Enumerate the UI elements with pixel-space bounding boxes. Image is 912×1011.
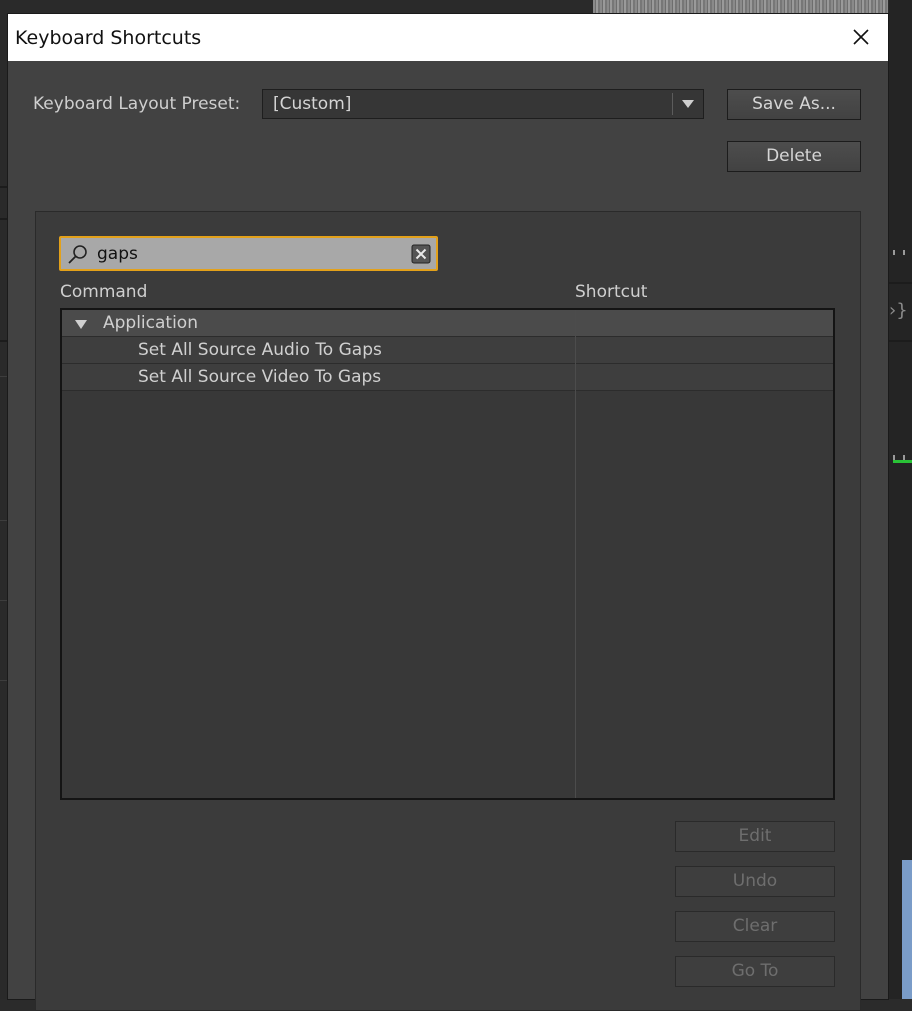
column-header-command[interactable]: Command <box>60 282 147 302</box>
background-divider <box>0 186 8 188</box>
background-divider <box>0 340 8 342</box>
background-divider <box>0 680 8 681</box>
undo-button[interactable]: Undo <box>675 866 835 897</box>
background-right-panel <box>889 0 912 999</box>
chevron-down-icon <box>682 100 694 108</box>
command-name: Set All Source Audio To Gaps <box>138 340 382 360</box>
keyboard-shortcuts-dialog: Keyboard Shortcuts Keyboard Layout Prese… <box>8 14 888 1011</box>
background-divider <box>889 340 912 342</box>
background-divider <box>0 520 8 521</box>
background-tick <box>893 250 895 255</box>
dropdown-divider <box>672 93 673 115</box>
edit-button[interactable]: Edit <box>675 821 835 852</box>
background-bracket-icon: ›} <box>889 300 908 321</box>
background-audio-meter <box>893 460 912 463</box>
group-label: Application <box>103 313 198 333</box>
save-as-button[interactable]: Save As... <box>727 89 861 120</box>
expand-triangle-icon[interactable] <box>74 319 88 330</box>
background-clip <box>902 860 912 999</box>
preset-dropdown[interactable]: [Custom] <box>262 89 704 119</box>
background-divider <box>889 282 912 284</box>
background-thumbnail <box>593 0 888 14</box>
background-tick <box>903 250 905 255</box>
dialog-title: Keyboard Shortcuts <box>15 27 202 49</box>
delete-button[interactable]: Delete <box>727 141 861 172</box>
group-row-application[interactable]: Application <box>62 310 833 337</box>
close-icon <box>853 29 869 45</box>
clear-icon[interactable] <box>411 244 431 264</box>
table-row[interactable]: Set All Source Audio To Gaps <box>62 337 833 364</box>
background-divider <box>0 376 8 377</box>
go-to-button[interactable]: Go To <box>675 956 835 987</box>
background-divider <box>0 218 8 220</box>
commands-table: Application Set All Source Audio To Gaps… <box>60 308 835 800</box>
search-icon <box>68 245 87 264</box>
command-name: Set All Source Video To Gaps <box>138 367 382 387</box>
preset-value: [Custom] <box>273 94 352 114</box>
background-divider <box>0 600 8 601</box>
preset-label: Keyboard Layout Preset: <box>33 94 241 114</box>
column-divider[interactable] <box>575 310 576 798</box>
title-bar: Keyboard Shortcuts <box>8 14 888 61</box>
close-button[interactable] <box>848 24 874 50</box>
column-header-shortcut[interactable]: Shortcut <box>575 282 647 302</box>
search-input[interactable] <box>97 243 397 265</box>
clear-button[interactable]: Clear <box>675 911 835 942</box>
search-box[interactable] <box>59 236 438 271</box>
table-row[interactable]: Set All Source Video To Gaps <box>62 364 833 391</box>
